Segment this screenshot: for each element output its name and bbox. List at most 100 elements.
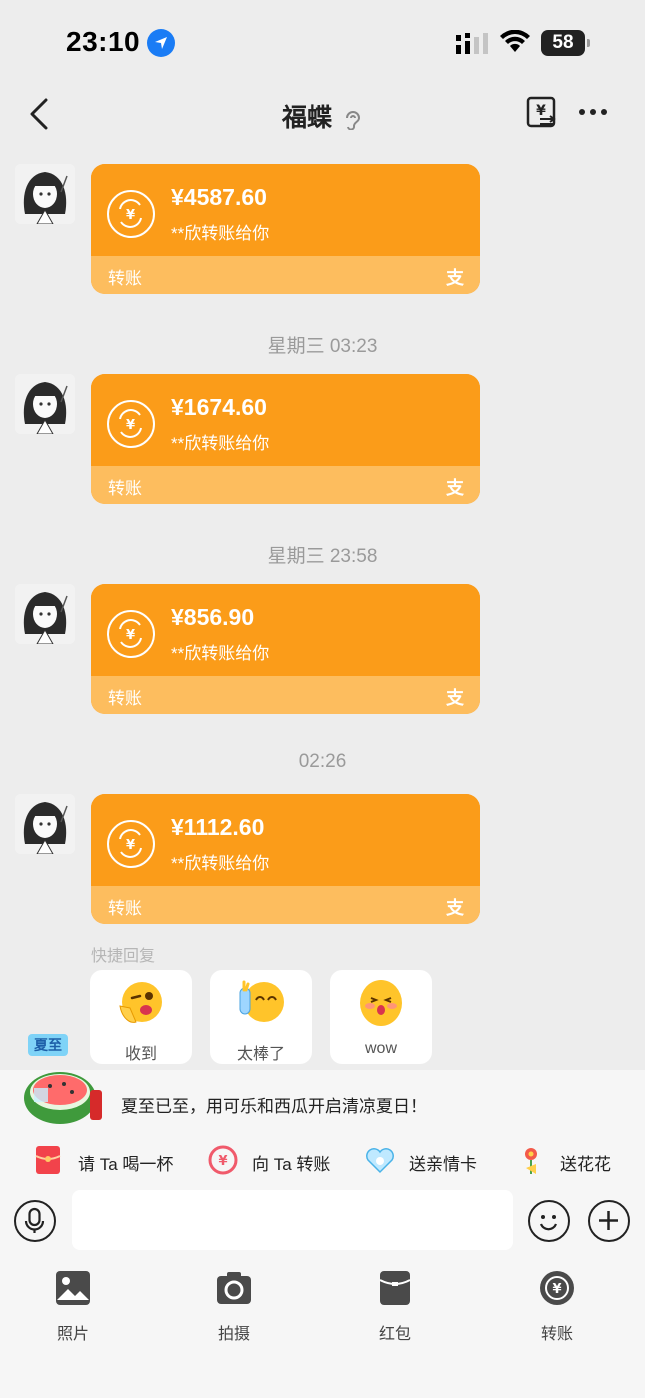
gift-label: 送花花 — [560, 1155, 611, 1174]
battery-indicator: 58 — [541, 30, 590, 56]
input-panel: 夏至 夏至已至，用可乐和西瓜开启清凉夏日！ 请 Ta 喝一杯 ¥ 向 Ta 转账 — [0, 1034, 645, 1398]
watermelon-promo-icon: 夏至 — [24, 1034, 102, 1124]
tool-label: 红包 — [378, 1326, 411, 1343]
gift-label: 请 Ta 喝一杯 — [78, 1155, 174, 1174]
chat-header: 福蝶 ¥ — [0, 88, 645, 140]
wifi-icon — [500, 30, 530, 52]
transfer-amount: ¥1674.60 — [171, 394, 267, 420]
plus-icon — [599, 1211, 618, 1230]
heart-card-icon — [366, 1148, 394, 1174]
more-actions-button[interactable] — [588, 1200, 630, 1242]
alipay-icon: 支 — [446, 478, 464, 498]
message-row: ¥ ¥856.90 **欣转账给你 转账 支 — [0, 584, 645, 714]
transfer-coin-icon: ¥ — [107, 400, 155, 448]
alipay-icon: 支 — [446, 898, 464, 918]
transfer-footer: 转账 支 — [91, 256, 480, 294]
contact-name: 福蝶 — [282, 104, 333, 132]
drink-gift-icon — [35, 1146, 61, 1174]
transfer-footer: 转账 支 — [91, 886, 480, 924]
message-input[interactable] — [72, 1190, 513, 1250]
transfer-bubble[interactable]: ¥ ¥1674.60 **欣转账给你 转账 支 — [91, 374, 480, 504]
timestamp: 星期三 23:58 — [267, 546, 378, 567]
location-icon — [147, 29, 175, 57]
transfer-coin-icon: ¥ — [107, 190, 155, 238]
message-row: ¥ ¥1112.60 **欣转账给你 转账 支 — [0, 794, 645, 924]
promo-text: 夏至已至，用可乐和西瓜开启清凉夏日！ — [121, 1097, 427, 1116]
transfer-description: **欣转账给你 — [171, 644, 270, 663]
camera-tool[interactable]: 拍摄 — [189, 1270, 279, 1350]
svg-text:¥: ¥ — [536, 103, 546, 119]
red-packet-tool[interactable]: 红包 — [350, 1270, 440, 1350]
quick-reply-label: 太棒了 — [236, 1046, 285, 1063]
avatar[interactable] — [15, 374, 75, 434]
gift-label: 送亲情卡 — [409, 1155, 477, 1174]
transfer-coin-icon: ¥ — [107, 610, 155, 658]
composer-row — [0, 1190, 645, 1252]
gift-shortcuts: 请 Ta 喝一杯 ¥ 向 Ta 转账 送亲情卡 送花花 — [0, 1138, 645, 1182]
transfer-label: 转账 — [108, 689, 142, 708]
transfer-label: 转账 — [108, 479, 142, 498]
promo-banner[interactable]: 夏至 夏至已至，用可乐和西瓜开启清凉夏日！ — [0, 1034, 645, 1132]
quick-reply-title: 快捷回复 — [91, 948, 156, 965]
thumbs-up-emoji-icon — [239, 980, 284, 1022]
emoji-button[interactable] — [528, 1200, 570, 1242]
camera-icon — [217, 1272, 251, 1304]
quick-reply-label: wow — [364, 1040, 397, 1057]
transfer-label: 转账 — [108, 899, 142, 918]
transfer-description: **欣转账给你 — [171, 434, 270, 453]
promo-badge-text: 夏至 — [34, 1037, 62, 1054]
transfer-amount: ¥856.90 — [171, 604, 255, 630]
quick-reply-wow[interactable]: wow — [330, 970, 432, 1064]
tool-label: 照片 — [56, 1326, 89, 1343]
svg-text:¥: ¥ — [126, 418, 135, 433]
timestamp: 星期三 03:23 — [267, 336, 378, 357]
transfer-footer: 转账 支 — [91, 676, 480, 714]
red-packet-icon — [379, 1271, 411, 1305]
transfer-footer: 转账 支 — [91, 466, 480, 504]
more-options-icon[interactable] — [578, 106, 608, 118]
quick-reply-great[interactable]: 太棒了 — [210, 970, 312, 1064]
microphone-icon — [24, 1207, 45, 1233]
avatar[interactable] — [15, 584, 75, 644]
svg-text:¥: ¥ — [126, 628, 135, 643]
alipay-icon: 支 — [446, 688, 464, 708]
smiley-icon — [539, 1215, 558, 1231]
transfer-gift-icon: ¥ — [208, 1145, 238, 1175]
svg-text:¥: ¥ — [126, 208, 135, 223]
svg-text:¥: ¥ — [218, 1154, 227, 1169]
transfer-icon: ¥ — [540, 1271, 574, 1305]
cellular-signal-icon — [456, 33, 488, 54]
transfer-coin-icon: ¥ — [107, 820, 155, 868]
hearing-icon — [345, 111, 360, 131]
svg-text:¥: ¥ — [126, 838, 135, 853]
toolbar: 照片 拍摄 红包 ¥ 转账 — [0, 1270, 645, 1350]
transfer-tool[interactable]: ¥ 转账 — [512, 1270, 602, 1350]
gift-label: 向 Ta 转账 — [252, 1155, 331, 1174]
status-bar: 23:10 58 — [0, 0, 645, 88]
transfer-bubble[interactable]: ¥ ¥4587.60 **欣转账给你 转账 支 — [91, 164, 480, 294]
transfer-description: **欣转账给你 — [171, 224, 270, 243]
transfer-label: 转账 — [108, 269, 142, 288]
photo-icon — [56, 1271, 90, 1305]
transfer-bubble[interactable]: ¥ ¥1112.60 **欣转账给你 转账 支 — [91, 794, 480, 924]
transfer-amount: ¥1112.60 — [171, 814, 265, 840]
alipay-icon: 支 — [446, 268, 464, 288]
flower-icon — [525, 1148, 537, 1174]
surprised-emoji-icon — [360, 980, 402, 1026]
voice-input-button[interactable] — [14, 1200, 56, 1242]
tool-label: 转账 — [540, 1326, 573, 1343]
timestamp: 02:26 — [298, 751, 347, 772]
svg-text:¥: ¥ — [552, 1282, 561, 1297]
tool-label: 拍摄 — [217, 1326, 250, 1343]
message-row: ¥ ¥1674.60 **欣转账给你 转账 支 — [0, 374, 645, 504]
transfer-records-icon[interactable]: ¥ — [526, 96, 558, 130]
photo-tool[interactable]: 照片 — [28, 1270, 118, 1350]
avatar[interactable] — [15, 164, 75, 224]
avatar[interactable] — [15, 794, 75, 854]
message-row: ¥ ¥4587.60 **欣转账给你 转账 支 — [0, 164, 645, 294]
status-time: 23:10 — [66, 26, 141, 57]
transfer-amount: ¥4587.60 — [171, 184, 267, 210]
salute-emoji-icon — [119, 982, 162, 1023]
transfer-description: **欣转账给你 — [171, 854, 270, 873]
transfer-bubble[interactable]: ¥ ¥856.90 **欣转账给你 转账 支 — [91, 584, 480, 714]
